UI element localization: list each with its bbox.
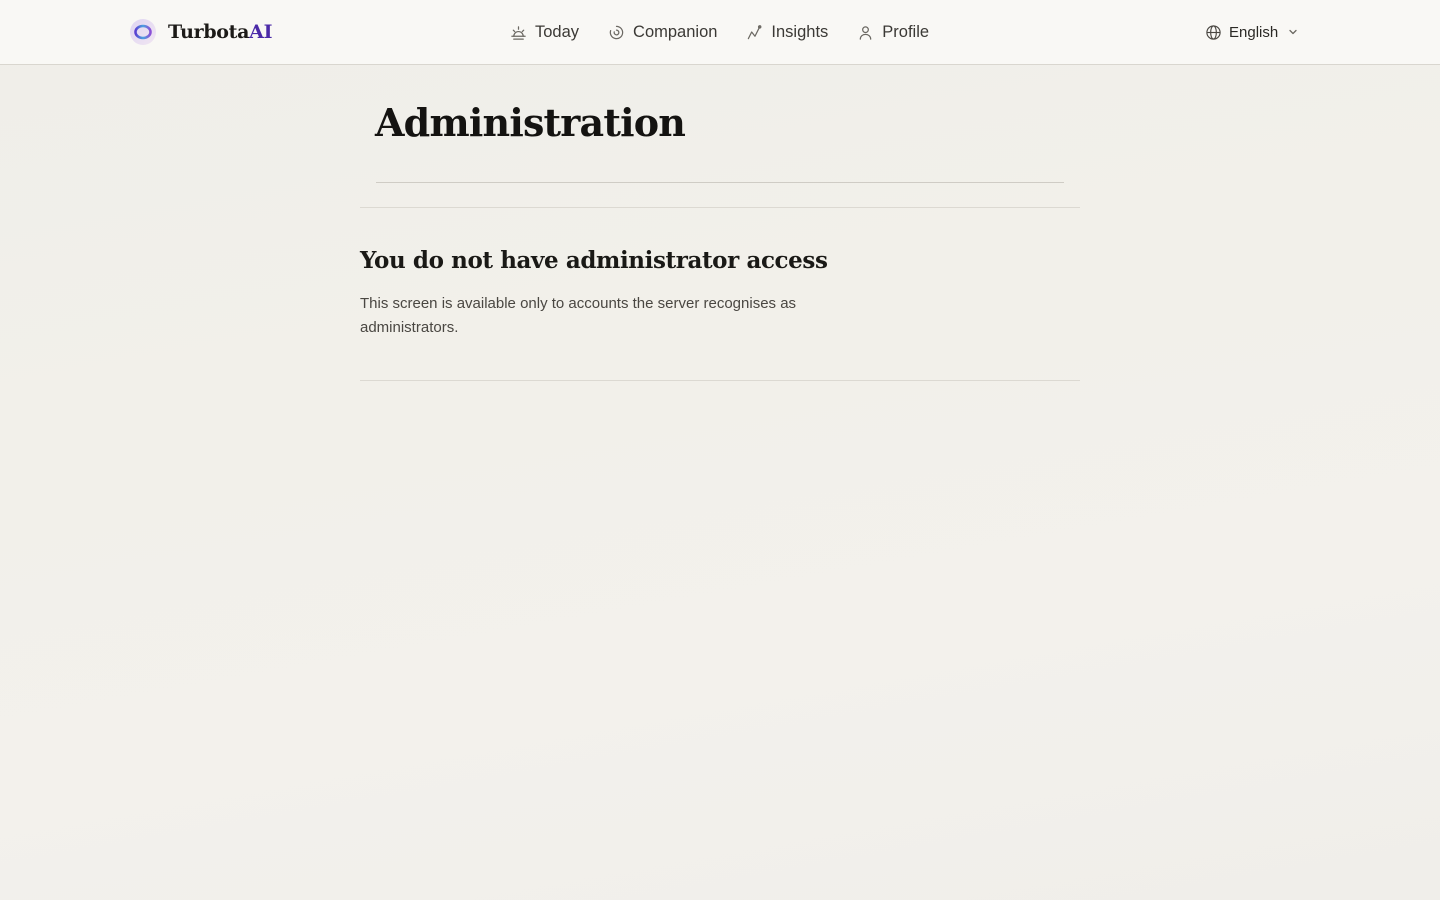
access-denied-message: This screen is available only to account… [360, 295, 797, 336]
main-nav: Today Companion Insights Profile [510, 16, 929, 48]
nav-item-label: Profile [882, 22, 930, 41]
access-denied-title: You do not have administrator access [360, 247, 828, 274]
brand-name-main: Turbota [168, 21, 250, 43]
top-navigation-bar: TurbotaAI Today Companion Insights Profi… [0, 0, 1440, 65]
globe-icon [1206, 24, 1221, 40]
section-divider-bottom [360, 380, 1080, 381]
brand-home-link[interactable]: TurbotaAI [129, 16, 273, 48]
companion-icon [609, 25, 624, 39]
brand-name-accent: AI [249, 21, 273, 43]
brand-name: TurbotaAI [168, 21, 273, 43]
nav-item-label: Companion [633, 22, 718, 41]
nav-item-companion[interactable]: Companion [608, 23, 717, 42]
turbota-logo-icon [130, 19, 156, 45]
nav-item-profile[interactable]: Profile [857, 23, 929, 42]
title-divider [376, 182, 1064, 183]
nav-item-today[interactable]: Today [510, 23, 579, 42]
nav-item-label: Insights [771, 22, 829, 41]
nav-item-insights[interactable]: Insights [746, 23, 828, 42]
page-title: Administration [375, 100, 686, 145]
language-selector[interactable]: English [1205, 20, 1299, 44]
section-divider-top [360, 207, 1080, 208]
sunrise-icon [511, 25, 526, 40]
user-icon [859, 25, 872, 40]
insights-icon [748, 24, 762, 39]
chevron-down-icon [1289, 29, 1297, 35]
nav-item-label: Today [535, 22, 580, 41]
language-selected-label: English [1229, 23, 1279, 41]
